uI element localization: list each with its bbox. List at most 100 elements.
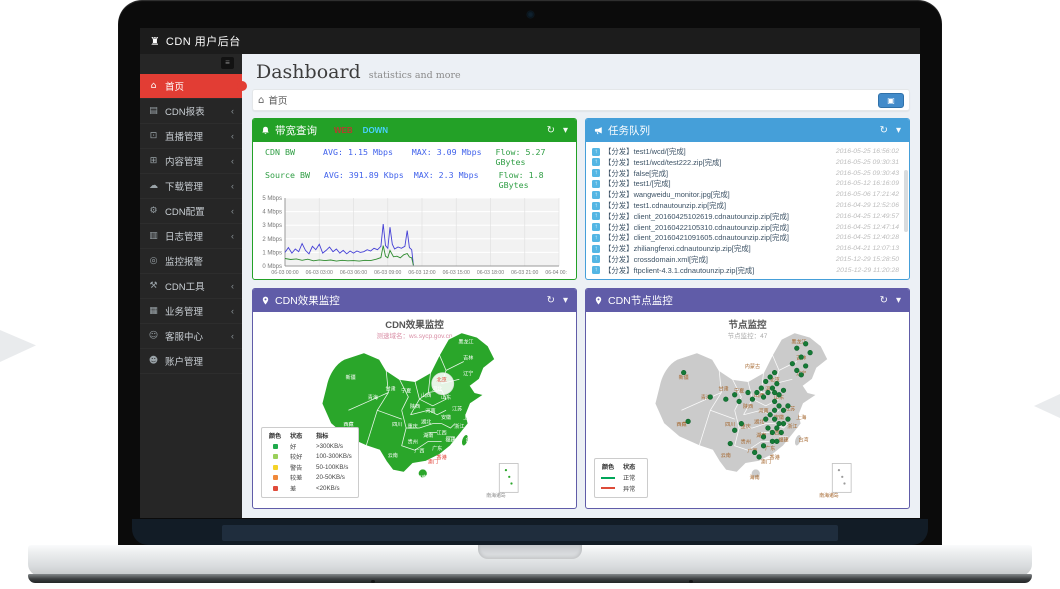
upload-icon: ↑ <box>592 148 600 156</box>
svg-text:山东: 山东 <box>440 394 450 401</box>
task-row[interactable]: ↑【分发】crossdomain.xml[完成]2015-12-29 15:28… <box>592 255 899 264</box>
sidebar-item-8[interactable]: ⚒CDN工具‹ <box>140 274 242 299</box>
legend-swatch-cell <box>268 486 282 491</box>
task-timestamp: 2016-04-25 12:40:28 <box>836 234 899 241</box>
svg-text:广东: 广东 <box>432 445 442 452</box>
legend-range: >300KB/s <box>316 443 343 450</box>
scrollbar-thumb[interactable] <box>904 170 908 232</box>
sidebar-item-6[interactable]: ▥日志管理‹ <box>140 224 242 249</box>
task-timestamp: 2016-04-29 12:52:06 <box>836 202 899 209</box>
laptop-base-edge <box>28 574 1032 583</box>
task-row[interactable]: ↑【分发】client_20160425102619.cdnautounzip.… <box>592 212 899 221</box>
map-marker-icon <box>594 296 603 305</box>
svg-text:06-03 00:00: 06-03 00:00 <box>271 270 298 276</box>
tab-down[interactable]: DOWN <box>363 126 388 135</box>
upload-icon: ↑ <box>592 212 600 220</box>
task-text: 【分发】client_20160422105310.cdnautounzip.z… <box>604 222 789 233</box>
svg-text:陕西: 陕西 <box>742 403 752 410</box>
desk-reflection-left <box>0 330 36 362</box>
svg-text:黑龙江: 黑龙江 <box>458 339 473 346</box>
task-row[interactable]: ↑【分发】client_20160421091605.cdnautounzip.… <box>592 233 899 242</box>
svg-text:06-03 06:00: 06-03 06:00 <box>340 270 367 276</box>
sidebar-item-11[interactable]: ☻账户管理 <box>140 349 242 374</box>
sidebar-item-9[interactable]: ▦业务管理‹ <box>140 299 242 324</box>
svg-text:江苏: 江苏 <box>452 405 462 412</box>
china-map-svg: 南海诸岛新疆西藏青海甘肃内蒙古宁夏陕西山西河北北京山东河南江苏安徽上海浙江江西福… <box>637 326 859 499</box>
task-row[interactable]: ↑【分发】test1/[完成]2016-05-12 16:16:09 <box>592 179 899 188</box>
sidebar-item-label: CDN工具 <box>165 279 205 293</box>
bandwidth-stat-row: Source BWAVG: 391.89 KbpsMAX: 2.3 MbpsFl… <box>265 170 564 190</box>
map-marker-icon <box>261 296 270 305</box>
legend-swatch-cell <box>268 444 282 449</box>
svg-text:宁夏: 宁夏 <box>401 388 411 395</box>
svg-text:河南: 河南 <box>425 408 435 415</box>
refresh-icon[interactable]: ↻ <box>880 296 888 306</box>
chevron-left-icon: ‹ <box>231 106 234 116</box>
svg-text:上海: 上海 <box>463 414 473 421</box>
svg-text:06-03 15:00: 06-03 15:00 <box>443 270 470 276</box>
sidebar-item-5[interactable]: ⚙CDN配置‹ <box>140 199 242 224</box>
breadcrumb-home[interactable]: ⌂ 首页 <box>258 93 287 107</box>
sidebar-item-3[interactable]: ⊞内容管理‹ <box>140 149 242 174</box>
svg-text:1 Mbps: 1 Mbps <box>262 250 282 256</box>
bandwidth-chart: 0 Mbps1 Mbps2 Mbps3 Mbps4 Mbps5 Mbps06-0… <box>253 194 576 280</box>
chevron-left-icon: ‹ <box>231 231 234 241</box>
task-text: 【分发】test1.cdnautounzip.zip[完成] <box>604 200 726 211</box>
effect-map-body: CDN效果监控 测速域名：ws.sycp.gov.cn 南海诸岛新疆西藏青海甘肃… <box>253 312 576 506</box>
report-icon: ▤ <box>148 106 159 116</box>
legend-status: 正常 <box>623 473 641 482</box>
svg-text:广西: 广西 <box>414 447 424 454</box>
svg-text:新疆: 新疆 <box>345 374 355 381</box>
laptop-mockup: ♜ CDN 用户后台 ≡ ⌂首页▤CDN报表‹⊡直播管理‹⊞内容管理‹☁下载管理… <box>0 0 1060 589</box>
task-row[interactable]: ↑【分发】wangweidu_monitor.jpg[完成]2016-05-06… <box>592 190 899 199</box>
monitor-icon: ◎ <box>148 256 159 266</box>
svg-text:湖北: 湖北 <box>753 419 763 426</box>
legend-swatch <box>601 487 615 489</box>
task-timestamp: 2015-12-29 15:28:50 <box>836 256 899 263</box>
sidebar-item-7[interactable]: ◎监控报警 <box>140 249 242 274</box>
refresh-icon[interactable]: ↻ <box>547 296 555 306</box>
legend-swatch-cell <box>601 487 615 489</box>
svg-text:海南: 海南 <box>749 474 759 481</box>
laptop-foot <box>689 580 693 583</box>
chevron-left-icon: ‹ <box>231 206 234 216</box>
sidebar-item-10[interactable]: ☺客服中心‹ <box>140 324 242 349</box>
refresh-icon[interactable]: ↻ <box>880 126 888 136</box>
svg-text:06-03 09:00: 06-03 09:00 <box>374 270 401 276</box>
collapse-icon[interactable]: ▾ <box>896 296 901 306</box>
task-row[interactable]: ↑【分发】false[完成]2016-05-25 09:30:43 <box>592 169 899 178</box>
task-row[interactable]: ↑【分发】zhiliangfenxi.cdnautounzip.zip[完成]2… <box>592 244 899 253</box>
sidebar-item-2[interactable]: ⊡直播管理‹ <box>140 124 242 149</box>
task-row[interactable]: ↑【分发】ftpclient-4.3.1.cdnautounzip.zip[完成… <box>592 266 899 275</box>
collapse-icon[interactable]: ▾ <box>896 126 901 136</box>
task-row[interactable]: ↑【分发】test1/wcd/test222.zip[完成]2016-05-25… <box>592 158 899 167</box>
task-row[interactable]: ↑【分发】test1.cdnautounzip.zip[完成]2016-04-2… <box>592 201 899 210</box>
svg-text:山西: 山西 <box>420 392 430 399</box>
svg-text:四川: 四川 <box>725 422 735 428</box>
home-icon: ⌂ <box>258 95 264 106</box>
refresh-icon[interactable]: ↻ <box>547 126 555 136</box>
svg-text:06-04 00:00: 06-04 00:00 <box>545 270 567 276</box>
sidebar-toggle-button[interactable]: ≡ <box>221 57 234 69</box>
laptop-bezel: ♜ CDN 用户后台 ≡ ⌂首页▤CDN报表‹⊡直播管理‹⊞内容管理‹☁下载管理… <box>118 0 942 547</box>
svg-text:甘肃: 甘肃 <box>385 385 395 392</box>
svg-text:贵州: 贵州 <box>407 439 417 446</box>
tab-web[interactable]: WEB <box>334 126 353 135</box>
sidebar-item-4[interactable]: ☁下载管理‹ <box>140 174 242 199</box>
layout-widget-button[interactable]: ▣ <box>878 93 904 108</box>
legend-swatch <box>601 477 615 479</box>
desk-reflection-right <box>1034 394 1060 418</box>
collapse-icon[interactable]: ▾ <box>563 126 568 136</box>
task-row[interactable]: ↑【分发】client_20160422105310.cdnautounzip.… <box>592 222 899 231</box>
svg-text:贵州: 贵州 <box>740 439 750 446</box>
svg-text:内蒙古: 内蒙古 <box>411 363 426 370</box>
svg-text:云南: 云南 <box>387 452 397 459</box>
task-queue-panel: 任务队列 ↻ ▾ ↑【分发】test1/wcd/[完成]2016-05-25 1… <box>585 118 910 280</box>
legend-swatch-cell <box>601 477 615 479</box>
collapse-icon[interactable]: ▾ <box>563 296 568 306</box>
sidebar-item-1[interactable]: ▤CDN报表‹ <box>140 99 242 124</box>
legend-row: 较差20-50KB/s <box>268 473 352 482</box>
task-timestamp: 2016-04-21 12:07:13 <box>836 245 899 252</box>
sidebar-item-0[interactable]: ⌂首页 <box>140 74 242 99</box>
task-row[interactable]: ↑【分发】test1/wcd/[完成]2016-05-25 16:56:02 <box>592 147 899 156</box>
